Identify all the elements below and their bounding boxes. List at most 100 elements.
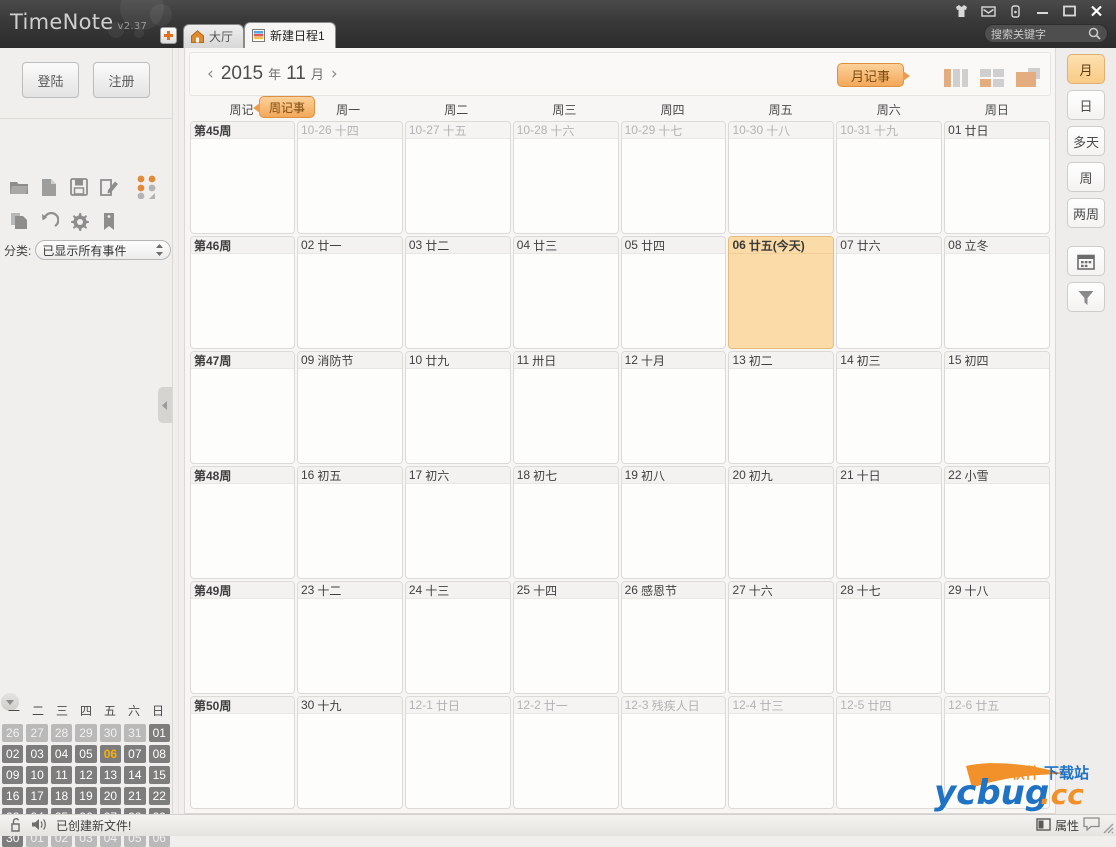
- lock-icon[interactable]: [1008, 4, 1023, 18]
- minicalendar-day[interactable]: 11: [50, 766, 73, 784]
- minicalendar-day[interactable]: 04: [50, 745, 73, 763]
- calendar-day-cell[interactable]: 23 十二: [297, 581, 403, 694]
- view-multiday[interactable]: 多天: [1067, 126, 1105, 156]
- calendar-day-cell[interactable]: 11 卅日: [512, 351, 619, 464]
- panel-collapse-handle[interactable]: [158, 387, 172, 423]
- minicalendar-day[interactable]: 29: [75, 724, 97, 742]
- minicalendar-day[interactable]: 20: [99, 787, 122, 805]
- view-day[interactable]: 日: [1067, 90, 1105, 120]
- minicalendar-day[interactable]: 26: [2, 724, 24, 742]
- calendar-day-cell[interactable]: 21 十日: [836, 466, 943, 579]
- minicalendar-day[interactable]: 30: [99, 724, 122, 742]
- calendar-day-cell[interactable]: 10-27 十五: [404, 121, 511, 234]
- tab-lobby[interactable]: 大厅: [183, 24, 245, 48]
- minicalendar-day[interactable]: 01: [148, 724, 170, 742]
- calendar-day-cell[interactable]: 24 十三: [404, 581, 511, 694]
- calendar-day-cell[interactable]: 26 感恩节: [620, 581, 727, 694]
- calendar-day-cell[interactable]: 10 廿九: [404, 351, 511, 464]
- calendar-day-cell[interactable]: 17 初六: [404, 466, 511, 579]
- properties-label[interactable]: 属性: [1055, 817, 1079, 834]
- minicalendar-day[interactable]: 14: [124, 766, 146, 784]
- close-button[interactable]: [1089, 4, 1104, 18]
- save-icon[interactable]: [64, 173, 94, 201]
- calendar-day-cell[interactable]: 10-31 十九: [836, 121, 943, 234]
- calendar-day-cell[interactable]: 16 初五: [297, 466, 403, 579]
- layout-four-grid-button[interactable]: [978, 67, 1006, 89]
- calendar-day-cell[interactable]: 07 廿六: [836, 236, 943, 349]
- calendar-day-cell[interactable]: 15 初四: [944, 351, 1051, 464]
- week-number-cell[interactable]: 第50周: [190, 696, 295, 809]
- settings-icon[interactable]: [64, 207, 94, 235]
- calendar-day-cell[interactable]: 12-4 廿三: [728, 696, 835, 809]
- undo-icon[interactable]: [34, 207, 64, 235]
- minicalendar-day[interactable]: 16: [2, 787, 24, 805]
- minimize-button[interactable]: [1035, 4, 1050, 18]
- month-notes-badge[interactable]: 月记事: [836, 63, 911, 87]
- calendar-icon[interactable]: [1067, 246, 1105, 276]
- login-button[interactable]: 登陆: [22, 62, 79, 98]
- calendar-day-cell[interactable]: 22 小雪: [944, 466, 1051, 579]
- maximize-button[interactable]: [1062, 4, 1077, 18]
- calendar-day-cell[interactable]: 25 十四: [512, 581, 619, 694]
- calendar-day-cell[interactable]: 20 初九: [728, 466, 835, 579]
- minicalendar-day[interactable]: 27: [26, 724, 48, 742]
- minicalendar-day[interactable]: 10: [26, 766, 48, 784]
- tag-icon[interactable]: [94, 207, 124, 235]
- view-week[interactable]: 周: [1067, 162, 1105, 192]
- minicalendar-day[interactable]: 07: [124, 745, 146, 763]
- new-file-icon[interactable]: [34, 173, 64, 201]
- minicalendar-day[interactable]: 05: [75, 745, 97, 763]
- calendar-day-cell[interactable]: 10-26 十四: [297, 121, 403, 234]
- minicalendar-day[interactable]: 06: [99, 745, 122, 763]
- minicalendar-day[interactable]: 09: [2, 766, 24, 784]
- edit-icon[interactable]: [94, 173, 124, 201]
- filter-icon[interactable]: [1067, 282, 1105, 312]
- calendar-day-cell[interactable]: 27 十六: [728, 581, 835, 694]
- minicalendar-day[interactable]: 31: [124, 724, 146, 742]
- calendar-day-cell[interactable]: 10-29 十七: [620, 121, 727, 234]
- tab-new-schedule[interactable]: 新建日程1: [244, 22, 336, 48]
- week-number-cell[interactable]: 第45周: [190, 121, 295, 234]
- calendar-day-cell[interactable]: 03 廿二: [404, 236, 511, 349]
- week-notes-badge[interactable]: 周记事: [252, 96, 316, 118]
- view-twoweek[interactable]: 两周: [1067, 198, 1105, 228]
- minicalendar-day[interactable]: 21: [124, 787, 146, 805]
- minicalendar-day[interactable]: 15: [148, 766, 170, 784]
- mail-icon[interactable]: [981, 4, 996, 18]
- calendar-day-cell[interactable]: 10-28 十六: [512, 121, 619, 234]
- search-input[interactable]: 搜索关键字: [984, 24, 1108, 43]
- new-tab-button[interactable]: [160, 27, 177, 44]
- week-number-cell[interactable]: 第47周: [190, 351, 295, 464]
- calendar-day-cell[interactable]: 12-2 廿一: [512, 696, 619, 809]
- panel-splitter[interactable]: [172, 48, 184, 814]
- minicalendar-day[interactable]: 02: [2, 745, 24, 763]
- minicalendar-day[interactable]: 03: [26, 745, 48, 763]
- grid-dots-icon[interactable]: [136, 175, 162, 200]
- calendar-day-cell[interactable]: 10-30 十八: [728, 121, 835, 234]
- calendar-day-cell[interactable]: 05 廿四: [620, 236, 727, 349]
- minicalendar-day[interactable]: 12: [75, 766, 97, 784]
- properties-icon[interactable]: [1036, 817, 1051, 834]
- minicalendar-day[interactable]: 19: [75, 787, 97, 805]
- copy-icon[interactable]: [4, 207, 34, 235]
- open-folder-icon[interactable]: [4, 173, 34, 201]
- week-number-cell[interactable]: 第48周: [190, 466, 295, 579]
- resize-grip[interactable]: [1100, 820, 1114, 834]
- calendar-day-cell[interactable]: 01 廿日: [944, 121, 1051, 234]
- view-month[interactable]: 月: [1067, 54, 1105, 84]
- minicalendar-day[interactable]: 17: [26, 787, 48, 805]
- calendar-day-cell[interactable]: 12-5 廿四: [836, 696, 943, 809]
- week-number-cell[interactable]: 第49周: [190, 581, 295, 694]
- category-select[interactable]: 已显示所有事件: [35, 240, 172, 260]
- calendar-day-cell[interactable]: 12-6 廿五: [944, 696, 1051, 809]
- prev-month-button[interactable]: ‹: [200, 64, 221, 84]
- minicalendar-day[interactable]: 13: [99, 766, 122, 784]
- unlock-icon[interactable]: [8, 817, 23, 835]
- calendar-day-cell[interactable]: 13 初二: [728, 351, 835, 464]
- calendar-day-cell[interactable]: 12-3 残疾人日: [620, 696, 727, 809]
- layout-overlap-button[interactable]: [1014, 67, 1042, 89]
- calendar-day-cell[interactable]: 09 消防节: [297, 351, 403, 464]
- calendar-day-cell[interactable]: 12-1 廿日: [404, 696, 511, 809]
- sound-icon[interactable]: [31, 817, 48, 835]
- next-month-button[interactable]: ›: [324, 64, 345, 84]
